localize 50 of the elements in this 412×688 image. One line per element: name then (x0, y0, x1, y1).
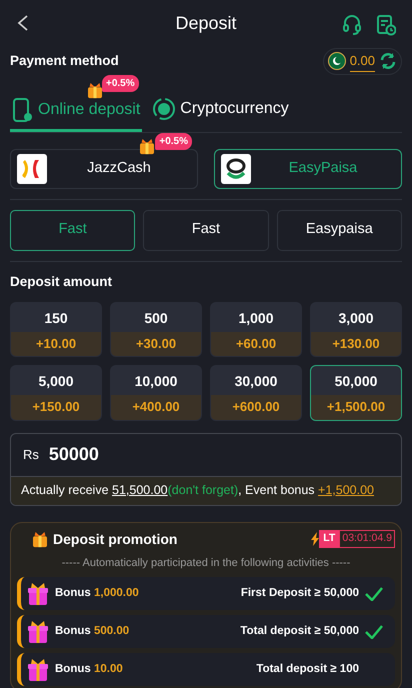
currency-label: Rs (23, 446, 39, 464)
section-title: Payment method (10, 52, 119, 70)
channel-button[interactable]: Fast (10, 210, 136, 250)
amount-option[interactable]: 30,000 +600.00 (210, 365, 302, 421)
bonus-condition: Total deposit ≥ 50,000 (240, 624, 359, 639)
amount-option[interactable]: 50,000 +1,500.00 (310, 365, 402, 421)
history-icon[interactable] (376, 14, 396, 36)
bonus-badge: +0.5% (155, 132, 192, 150)
flag-icon (328, 52, 346, 70)
amount-option[interactable]: 1,000 +60.00 (210, 302, 302, 358)
promotion-title: Deposit promotion (53, 530, 178, 549)
headset-icon[interactable] (342, 14, 362, 36)
amount-option[interactable]: 500 +30.00 (110, 302, 202, 358)
amount-panel[interactable]: Rs 50000 Actually receive 51,500.00(don't forget), Event bonus +1,500.00 (10, 432, 402, 506)
balance-amount: 0.00 (350, 51, 375, 72)
gift-icon (31, 530, 49, 548)
amount-option[interactable]: 150 +10.00 (10, 302, 102, 358)
payment-tab[interactable]: Online deposit (10, 96, 142, 132)
bonus-condition: Total deposit ≥ 100 (256, 662, 359, 677)
channel-button[interactable]: Easypaisa (276, 210, 402, 250)
logo-icon (221, 154, 251, 184)
bonus-badge: +0.5% (102, 74, 139, 92)
payment-tab[interactable]: Cryptocurrency (150, 96, 291, 130)
gift-icon (27, 582, 49, 606)
gift-icon (138, 136, 156, 154)
payment-option[interactable]: EasyPaisa (214, 148, 402, 188)
amount-option[interactable]: 10,000 +400.00 (110, 365, 202, 421)
gift-icon (27, 658, 49, 682)
coin-icon (152, 96, 176, 120)
limited-tag: LT (319, 530, 340, 548)
page-title: Deposit (175, 13, 237, 35)
refresh-icon[interactable] (379, 52, 397, 70)
bonus-label: Bonus 10.00 (55, 662, 124, 677)
bonus-condition: First Deposit ≥ 50,000 (240, 586, 359, 601)
section-title: Deposit amount (10, 272, 114, 291)
payment-option[interactable]: JazzCash (10, 148, 198, 188)
logo-icon (17, 154, 47, 184)
phone-icon (12, 96, 34, 122)
bonus-label: Bonus 1,000.00 (55, 586, 140, 601)
amount-option[interactable]: 3,000 +130.00 (310, 302, 402, 358)
amount-option[interactable]: 5,000 +150.00 (10, 365, 102, 421)
gift-icon (27, 620, 49, 644)
receive-note: Actually receive 51,500.00(don't forget), Event bonus +1,500.00 (11, 476, 401, 504)
bonus-label: Bonus 500.00 (55, 624, 130, 639)
back-icon[interactable] (16, 14, 30, 32)
countdown-timer: 03:01:04.9 (339, 530, 395, 548)
channel-button[interactable]: Fast (143, 210, 269, 250)
amount-field[interactable]: 50000 (48, 441, 349, 468)
gift-icon (86, 80, 104, 98)
promotion-subtitle: ----- Automatically participated in the following activities ----- (60, 556, 352, 570)
